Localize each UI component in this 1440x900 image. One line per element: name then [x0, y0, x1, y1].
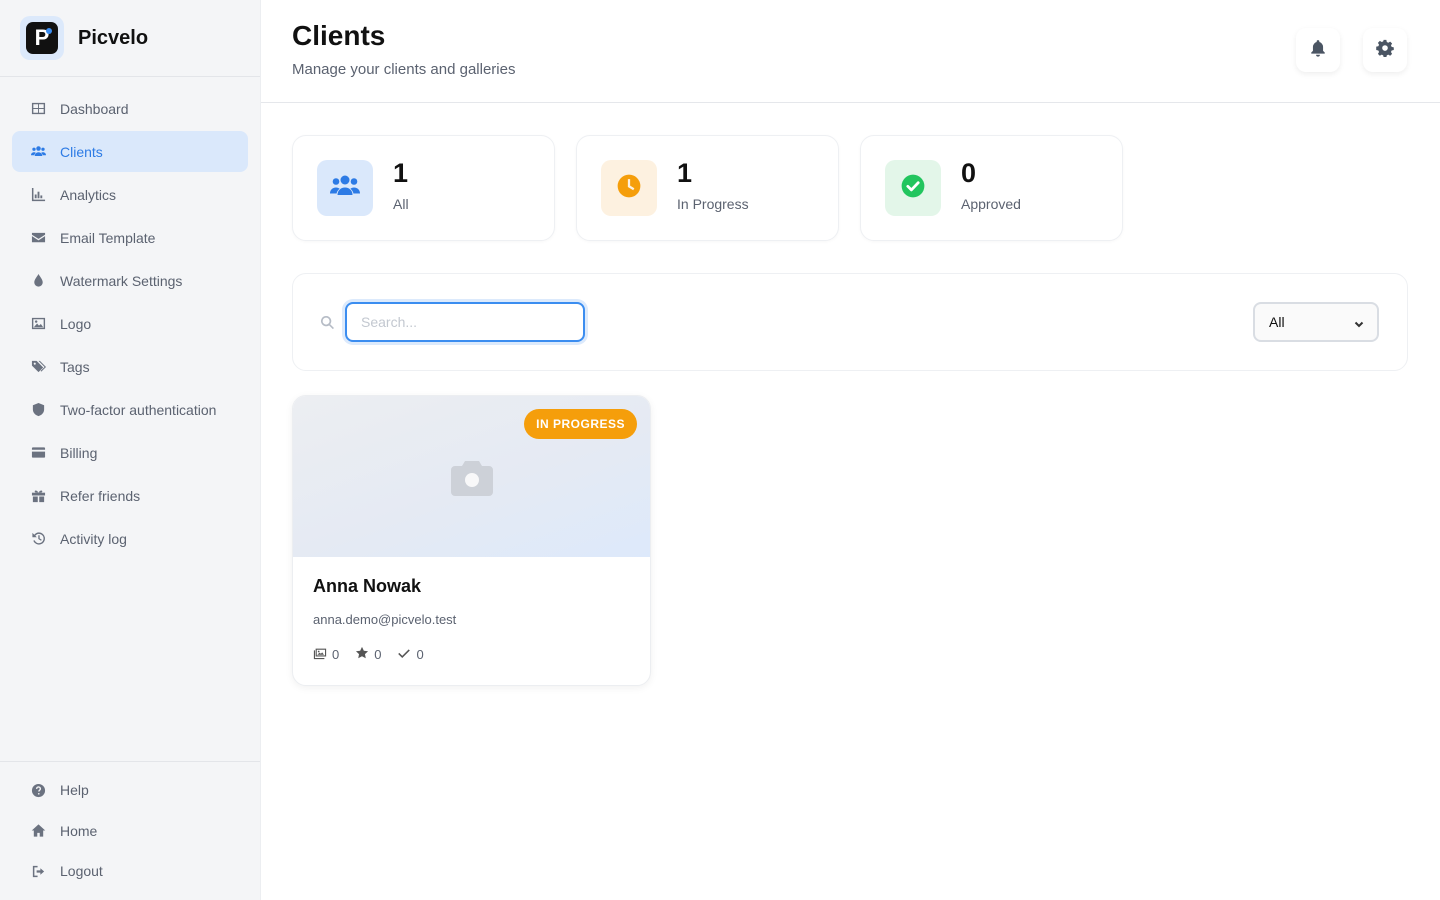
sidebar-item-label: Two-factor authentication — [60, 401, 217, 418]
help-icon — [30, 782, 46, 798]
sidebar-item-billing[interactable]: Billing — [12, 432, 248, 473]
brand-logo: P — [20, 16, 64, 60]
envelope-icon — [30, 230, 46, 246]
sidebar-item-label: Activity log — [60, 530, 127, 547]
dashboard-icon — [30, 101, 46, 117]
stat-card-approved[interactable]: 0 Approved — [860, 135, 1123, 241]
sidebar-item-label: Help — [60, 782, 89, 798]
sidebar-item-logout[interactable]: Logout — [12, 851, 248, 891]
sidebar-item-logo[interactable]: Logo — [12, 303, 248, 344]
page-header: Clients Manage your clients and gallerie… — [261, 0, 1440, 103]
clock-icon — [616, 173, 642, 204]
sidebar-item-two-factor[interactable]: Two-factor authentication — [12, 389, 248, 430]
approved-count-value: 0 — [416, 647, 424, 662]
sidebar-item-email-template[interactable]: Email Template — [12, 217, 248, 258]
chart-icon — [30, 187, 46, 203]
users-icon — [330, 174, 360, 203]
droplet-icon — [30, 273, 46, 289]
stat-icon-box — [885, 160, 941, 216]
sidebar-item-activity-log[interactable]: Activity log — [12, 518, 248, 559]
brand-name: Picvelo — [78, 26, 149, 49]
settings-button[interactable] — [1363, 28, 1407, 72]
brand-logo-mark: P — [26, 22, 58, 54]
notifications-button[interactable] — [1296, 28, 1340, 72]
status-filter-select[interactable]: All — [1253, 302, 1379, 342]
sidebar-item-label: Logo — [60, 315, 92, 332]
sidebar-item-label: Refer friends — [60, 487, 141, 504]
home-icon — [30, 823, 46, 839]
client-stats: 0 0 0 — [313, 646, 440, 663]
check-circle-icon — [900, 173, 926, 204]
check-icon — [397, 646, 416, 663]
page-title: Clients — [292, 20, 386, 51]
stat-icon-box — [601, 160, 657, 216]
favorites-count: 0 — [355, 646, 381, 663]
brand[interactable]: P Picvelo — [0, 0, 260, 77]
approved-count: 0 — [397, 646, 424, 663]
sidebar-item-label: Home — [60, 822, 98, 839]
page-subtitle: Manage your clients and galleries — [292, 61, 516, 78]
sidebar-nav: Dashboard Clients Analytics Email Templa… — [0, 77, 260, 559]
sidebar-item-label: Watermark Settings — [60, 272, 183, 289]
stat-value: 1 — [393, 158, 409, 188]
sidebar-item-tags[interactable]: Tags — [12, 346, 248, 387]
client-name: Anna Nowak — [313, 576, 422, 596]
sidebar-item-dashboard[interactable]: Dashboard — [12, 88, 248, 129]
search-input[interactable] — [345, 302, 585, 342]
sidebar-item-label: Email Template — [60, 229, 156, 246]
client-card-cover: IN PROGRESS — [293, 396, 650, 557]
sidebar: P Picvelo Dashboard Clients Analytics Em… — [0, 0, 261, 900]
brand-logo-dot — [46, 28, 52, 34]
images-icon — [313, 646, 332, 663]
status-filter-value: All — [1269, 314, 1285, 330]
users-icon — [30, 144, 46, 160]
stat-value: 1 — [677, 158, 693, 188]
photos-count: 0 — [313, 646, 339, 663]
filter-bar: All — [292, 273, 1408, 371]
sidebar-item-label: Clients — [60, 143, 103, 160]
sidebar-item-refer-friends[interactable]: Refer friends — [12, 475, 248, 516]
camera-icon — [451, 458, 493, 496]
star-icon — [355, 646, 374, 663]
client-card[interactable]: IN PROGRESS Anna Nowak anna.demo@picvelo… — [292, 395, 651, 686]
sidebar-item-label: Tags — [60, 358, 90, 375]
tags-icon — [30, 359, 46, 375]
bell-icon — [1309, 39, 1327, 62]
sidebar-bottom-nav: Help Home Logout — [0, 761, 260, 892]
stat-value: 0 — [961, 158, 977, 188]
logout-icon — [30, 863, 46, 879]
stat-icon-box — [317, 160, 373, 216]
status-badge: IN PROGRESS — [524, 409, 637, 439]
stat-card-in-progress[interactable]: 1 In Progress — [576, 135, 839, 241]
sidebar-item-label: Analytics — [60, 186, 117, 203]
image-icon — [30, 316, 46, 332]
stat-card-all[interactable]: 1 All — [292, 135, 555, 241]
sidebar-item-help[interactable]: Help — [12, 770, 248, 810]
gear-icon — [1376, 39, 1394, 62]
sidebar-item-watermark-settings[interactable]: Watermark Settings — [12, 260, 248, 301]
chevron-down-icon — [1353, 317, 1365, 329]
shield-icon — [30, 402, 46, 418]
sidebar-item-label: Billing — [60, 444, 98, 461]
credit-card-icon — [30, 445, 46, 461]
stat-label: Approved — [961, 196, 1021, 212]
sidebar-item-label: Logout — [60, 863, 103, 879]
client-email: anna.demo@picvelo.test — [313, 612, 457, 627]
photos-count-value: 0 — [332, 647, 340, 662]
search-icon — [320, 315, 335, 330]
stat-label: In Progress — [677, 196, 749, 212]
sidebar-item-clients[interactable]: Clients — [12, 131, 248, 172]
sidebar-item-analytics[interactable]: Analytics — [12, 174, 248, 215]
history-icon — [30, 531, 46, 547]
sidebar-item-home[interactable]: Home — [12, 811, 248, 851]
gift-icon — [30, 488, 46, 504]
sidebar-item-label: Dashboard — [60, 100, 129, 117]
favorites-count-value: 0 — [374, 647, 382, 662]
stat-label: All — [393, 196, 409, 212]
